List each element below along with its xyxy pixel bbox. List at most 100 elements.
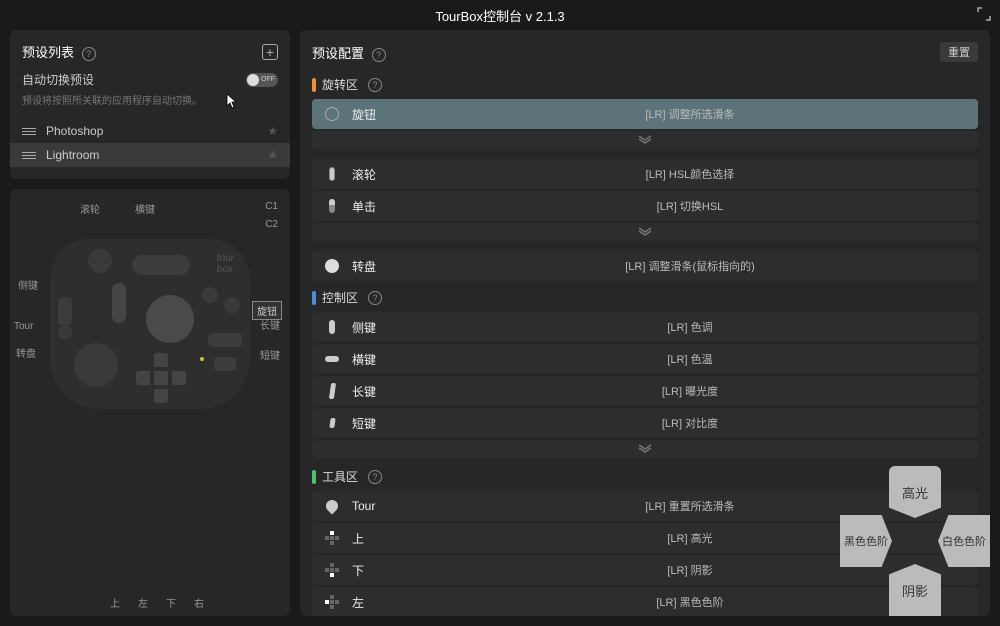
function-value: [LR] 黑色色阶 <box>412 594 968 610</box>
function-value: [LR] 调整滑条(鼠标指向的) <box>412 258 968 274</box>
preset-item[interactable]: Photoshop ★ <box>10 119 290 143</box>
dev-hkey[interactable] <box>132 255 190 275</box>
device-diagram: 滚轮 横键 C1 C2 侧键 Tour 转盘 长键 短键 旋钮 tourbox <box>10 189 290 616</box>
device-body: tourbox <box>50 239 250 409</box>
expand-chevron[interactable] <box>312 223 978 241</box>
help-icon[interactable]: ? <box>368 291 382 305</box>
function-name: 转盘 <box>352 258 412 275</box>
preset-config-panel: 预设配置 ? 重置 旋转区 ? 旋钮 [LR] 调整所选滑条 滚轮 [LR] H… <box>300 30 990 616</box>
function-name: 长键 <box>352 383 412 400</box>
label-up: 上 <box>110 595 120 610</box>
dev-tour[interactable] <box>58 325 72 339</box>
dev-dial[interactable] <box>74 343 118 387</box>
drop-icon <box>322 500 342 512</box>
drag-handle-icon[interactable] <box>22 152 36 159</box>
function-row[interactable]: 滚轮 [LR] HSL颜色选择 <box>312 159 978 189</box>
function-row[interactable]: 转盘 [LR] 调整滑条(鼠标指向的) <box>312 251 978 281</box>
dpad-l-icon <box>322 595 342 609</box>
expand-chevron[interactable] <box>312 440 978 458</box>
function-value: [LR] 重置所选滑条 <box>412 498 968 514</box>
function-row[interactable]: 长键 [LR] 曝光度 <box>312 376 978 406</box>
label-hkey: 横键 <box>135 201 155 216</box>
section-header: 旋转区 ? <box>312 76 978 93</box>
bar-l-icon <box>322 383 342 399</box>
section-header: 控制区 ? <box>312 289 978 306</box>
function-value: [LR] HSL颜色选择 <box>412 166 968 182</box>
function-name: 短键 <box>352 415 412 432</box>
function-row[interactable]: 短键 [LR] 对比度 <box>312 408 978 438</box>
wheel-icon <box>322 167 342 181</box>
help-icon[interactable]: ? <box>368 78 382 92</box>
function-row[interactable]: 单击 [LR] 切换HSL <box>312 191 978 221</box>
preset-name: Photoshop <box>46 124 103 138</box>
star-icon[interactable]: ★ <box>267 148 278 162</box>
function-name: 横键 <box>352 351 412 368</box>
bar-h-icon <box>322 356 342 362</box>
function-row[interactable]: 旋钮 [LR] 调整所选滑条 <box>312 99 978 129</box>
star-icon[interactable]: ★ <box>267 124 278 138</box>
drag-handle-icon[interactable] <box>22 128 36 135</box>
label-dial: 转盘 <box>16 345 36 360</box>
function-name: 左 <box>352 594 412 611</box>
preset-config-title: 预设配置 <box>312 46 364 61</box>
circ-icon <box>322 107 342 121</box>
label-right: 右 <box>194 595 204 610</box>
preset-list-title: 预设列表 <box>22 45 74 60</box>
dev-short[interactable] <box>214 357 236 371</box>
dev-side[interactable] <box>58 297 72 325</box>
function-value: [LR] 色温 <box>412 351 968 367</box>
dev-c2[interactable] <box>224 297 240 313</box>
click-icon <box>322 199 342 213</box>
bar-v-icon <box>322 320 342 334</box>
expand-chevron[interactable] <box>312 131 978 149</box>
dev-long[interactable] <box>208 333 242 347</box>
label-left: 左 <box>138 595 148 610</box>
function-value: [LR] 曝光度 <box>412 383 968 399</box>
app-title: TourBox控制台 v 2.1.3 <box>435 6 564 25</box>
label-c2: C2 <box>265 219 278 230</box>
function-row[interactable]: 侧键 [LR] 色调 <box>312 312 978 342</box>
dev-pill[interactable] <box>112 283 126 323</box>
label-tour: Tour <box>14 321 33 332</box>
help-icon[interactable]: ? <box>82 47 96 61</box>
expand-icon[interactable] <box>976 6 992 22</box>
function-row[interactable]: 上 [LR] 高光 <box>312 523 978 553</box>
reset-button[interactable]: 重置 <box>940 42 978 62</box>
function-name: 单击 <box>352 198 412 215</box>
label-side: 侧键 <box>18 277 38 292</box>
auto-switch-toggle[interactable]: OFF <box>246 73 278 87</box>
label-short: 短键 <box>260 347 280 362</box>
preset-item[interactable]: Lightroom ★ <box>10 143 290 167</box>
dev-knob[interactable] <box>146 295 194 343</box>
function-name: 侧键 <box>352 319 412 336</box>
function-name: 下 <box>352 562 412 579</box>
section-marker <box>312 78 316 92</box>
help-icon[interactable]: ? <box>372 48 386 62</box>
help-icon[interactable]: ? <box>368 470 382 484</box>
label-scroll: 滚轮 <box>80 201 100 216</box>
selected-knob-label: 旋钮 <box>252 301 282 320</box>
section-title: 旋转区 <box>322 76 358 93</box>
function-value: [LR] 阴影 <box>412 562 968 578</box>
function-row[interactable]: Tour [LR] 重置所选滑条 <box>312 491 978 521</box>
section-title: 工具区 <box>322 468 358 485</box>
function-row[interactable]: 左 [LR] 黑色色阶 <box>312 587 978 616</box>
function-name: 旋钮 <box>352 106 412 123</box>
function-name: Tour <box>352 499 412 513</box>
function-name: 上 <box>352 530 412 547</box>
function-name: 滚轮 <box>352 166 412 183</box>
led-indicator <box>200 357 204 361</box>
dev-dpad[interactable] <box>136 353 186 403</box>
section-marker <box>312 291 316 305</box>
function-row[interactable]: 下 [LR] 阴影 <box>312 555 978 585</box>
preset-list-panel: 预设列表 ? + 自动切换预设 OFF 预设将按照所关联的应用程序自动切换。 P… <box>10 30 290 179</box>
function-row[interactable]: 横键 [LR] 色温 <box>312 344 978 374</box>
function-value: [LR] 调整所选滑条 <box>412 106 968 122</box>
dev-scroll[interactable] <box>88 249 112 273</box>
dev-c1[interactable] <box>202 287 218 303</box>
function-value: [LR] 高光 <box>412 530 968 546</box>
bar-s-icon <box>322 418 342 428</box>
auto-switch-hint: 预设将按照所关联的应用程序自动切换。 <box>22 92 278 107</box>
section-title: 控制区 <box>322 289 358 306</box>
add-preset-button[interactable]: + <box>262 44 278 60</box>
